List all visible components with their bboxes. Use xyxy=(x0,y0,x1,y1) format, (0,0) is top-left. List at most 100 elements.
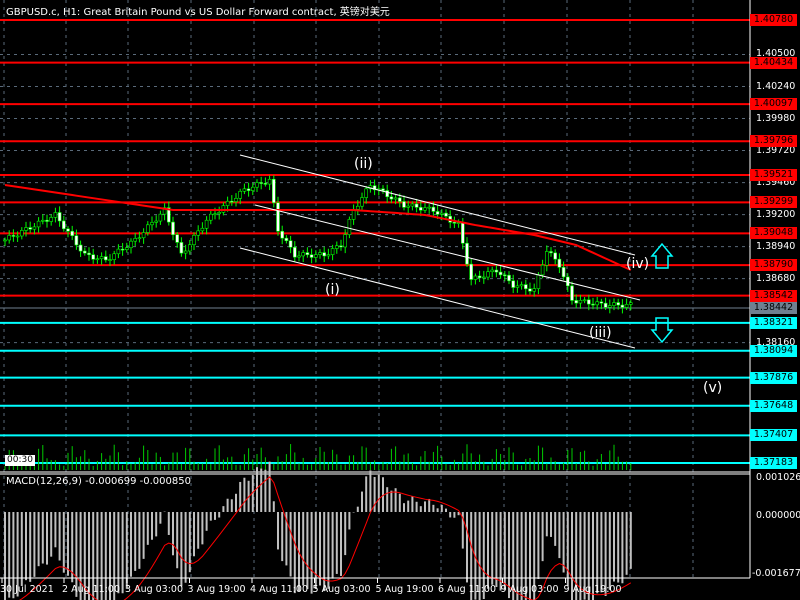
candle-body xyxy=(515,285,520,288)
chart-title: GBPUSD.c, H1: Great Britain Pound vs US … xyxy=(6,7,390,18)
candle-body xyxy=(280,230,285,239)
candle-body xyxy=(406,205,411,208)
bar-timer: 00:30 xyxy=(5,455,35,466)
candle-body xyxy=(490,269,495,273)
candle-body xyxy=(549,251,553,254)
candle-body xyxy=(423,207,427,211)
candle-body xyxy=(83,250,87,254)
candle-body xyxy=(87,252,91,255)
candle-body xyxy=(32,226,37,230)
candle-body xyxy=(435,211,440,215)
candle-body xyxy=(536,274,541,289)
candle-body xyxy=(104,256,108,261)
candle-body xyxy=(343,234,348,248)
level-label: 1.37876 xyxy=(750,371,797,384)
level-label: 1.37407 xyxy=(750,429,797,442)
candle-body xyxy=(154,220,158,223)
candle-body xyxy=(578,299,583,304)
level-label: 1.40434 xyxy=(750,56,797,69)
candle-body xyxy=(347,219,352,235)
candle-body xyxy=(595,301,600,306)
candle-body xyxy=(519,284,524,287)
candle-body xyxy=(19,230,24,237)
candle-body xyxy=(78,244,83,252)
candle-body xyxy=(313,254,318,258)
level-label: 1.38094 xyxy=(750,344,797,357)
candle-body xyxy=(410,203,415,207)
candle-body xyxy=(3,239,7,242)
candle-body xyxy=(393,197,398,200)
candle-body xyxy=(116,248,121,255)
candle-body xyxy=(95,258,100,261)
candle-body xyxy=(624,304,629,308)
candle-body xyxy=(507,274,511,282)
candle-body xyxy=(444,212,448,217)
macd-tick: -0.001677 xyxy=(752,568,800,579)
candle-body xyxy=(49,217,54,222)
candle-body xyxy=(259,182,264,184)
candle-body xyxy=(200,227,205,232)
candle-body xyxy=(570,285,574,301)
candle-body xyxy=(427,206,432,209)
candle-body xyxy=(40,219,45,222)
wave-label-iv: (iv) xyxy=(626,256,650,272)
candle-body xyxy=(36,220,41,228)
candle-body xyxy=(267,178,272,185)
candle-body xyxy=(57,212,62,222)
level-label: 1.38790 xyxy=(750,259,797,272)
candle-body xyxy=(318,252,322,255)
candle-body xyxy=(439,212,444,215)
price-tick: 1.38940 xyxy=(756,240,796,252)
level-label: 1.38321 xyxy=(750,316,797,329)
candle-body xyxy=(146,224,150,233)
wave-label-ii: (ii) xyxy=(354,156,373,172)
candle-body xyxy=(251,186,255,191)
candle-body xyxy=(620,304,625,308)
wave-label-v: (v) xyxy=(703,380,723,396)
candle-body xyxy=(460,222,465,244)
candle-body xyxy=(364,188,369,198)
candle-body xyxy=(99,256,104,260)
time-label: 4 Aug 11:00 xyxy=(250,584,309,595)
candle-body xyxy=(45,219,49,222)
candle-body xyxy=(414,203,419,208)
candle-body xyxy=(330,248,335,255)
candle-body xyxy=(213,213,217,216)
candle-body xyxy=(230,200,234,203)
candle-body xyxy=(402,201,406,208)
current-price-label: 1.38442 xyxy=(750,301,797,314)
time-label: 30 Jul 2021 xyxy=(0,584,54,595)
candle-body xyxy=(125,247,129,250)
candle-body xyxy=(465,242,469,265)
candle-body xyxy=(502,274,507,277)
candle-body xyxy=(486,271,490,278)
candle-body xyxy=(498,271,503,276)
candle-body xyxy=(66,228,70,232)
level-label: 1.37648 xyxy=(750,399,797,412)
candle-body xyxy=(209,213,213,221)
candle-body xyxy=(242,188,247,192)
candle-body xyxy=(192,235,196,246)
candle-body xyxy=(355,205,360,210)
candle-body xyxy=(557,258,562,268)
candle-body xyxy=(70,230,74,236)
candle-body xyxy=(108,259,112,261)
candle-body xyxy=(175,234,179,243)
candle-body xyxy=(297,255,301,258)
candle-body xyxy=(565,276,570,287)
candle-body xyxy=(544,251,549,266)
candle-body xyxy=(217,212,221,215)
candle-body xyxy=(61,220,66,230)
price-tick: 1.39980 xyxy=(756,112,796,124)
candle-body xyxy=(532,288,537,292)
candle-body xyxy=(599,301,604,304)
candle-body xyxy=(137,237,142,240)
time-label: 9 Aug 03:00 xyxy=(500,584,559,595)
price-tick: 1.40240 xyxy=(756,80,796,92)
candle-body xyxy=(452,221,457,224)
price-chart[interactable] xyxy=(0,0,800,600)
candle-body xyxy=(183,250,188,254)
candle-body xyxy=(389,196,394,200)
candle-body xyxy=(15,235,20,238)
candle-body xyxy=(301,252,306,257)
